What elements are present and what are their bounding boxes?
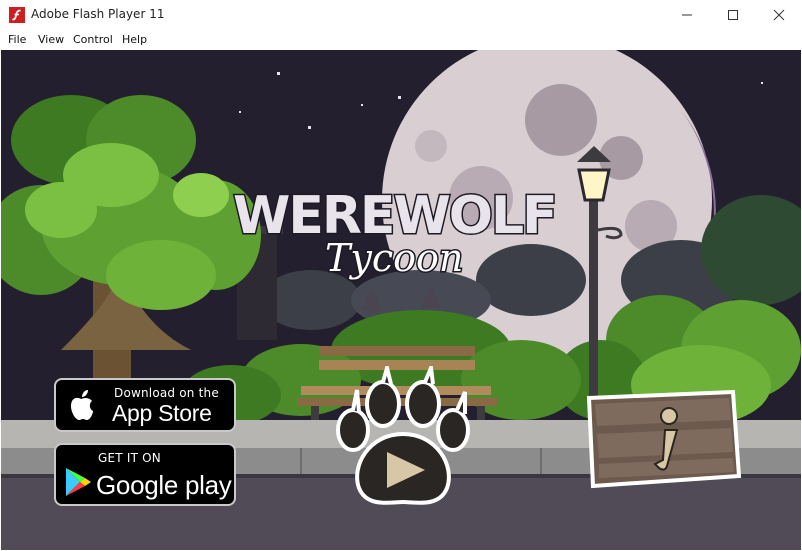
menu-view[interactable]: View [38, 33, 64, 46]
google-play-small-text: GET IT ON [98, 451, 161, 465]
wooden-sign-info-icon [586, 390, 742, 489]
app-store-big-text: App Store [112, 400, 212, 426]
title-bar: Adobe Flash Player 11 [0, 0, 802, 30]
menu-control[interactable]: Control [73, 33, 113, 46]
game-stage[interactable]: WEREWOLF Tycoon Download on the App Stor… [1, 50, 801, 550]
menu-help[interactable]: Help [122, 33, 147, 46]
google-play-icon [66, 468, 91, 496]
menu-file[interactable]: File [8, 33, 26, 46]
game-logo: WEREWOLF Tycoon [232, 185, 560, 282]
play-button[interactable] [329, 366, 479, 516]
paw-play-icon [336, 366, 470, 505]
window-title: Adobe Flash Player 11 [31, 7, 165, 21]
maximize-button[interactable] [710, 0, 756, 30]
app-store-button[interactable]: Download on the App Store [54, 378, 236, 432]
minimize-button[interactable] [664, 0, 710, 30]
logo-tycoon-text: Tycoon [325, 236, 463, 280]
app-store-small-text: Download on the [114, 386, 219, 400]
close-icon [773, 9, 785, 21]
maximize-icon [728, 10, 738, 20]
info-button[interactable] [583, 390, 743, 490]
apple-icon [71, 390, 93, 420]
flash-player-icon [9, 7, 25, 23]
minimize-icon [682, 14, 692, 16]
google-play-big-text: Google play [96, 470, 232, 500]
google-play-button[interactable]: GET IT ON Google play [54, 443, 236, 506]
menu-bar: File View Control Help [0, 30, 802, 50]
close-button[interactable] [756, 0, 802, 30]
